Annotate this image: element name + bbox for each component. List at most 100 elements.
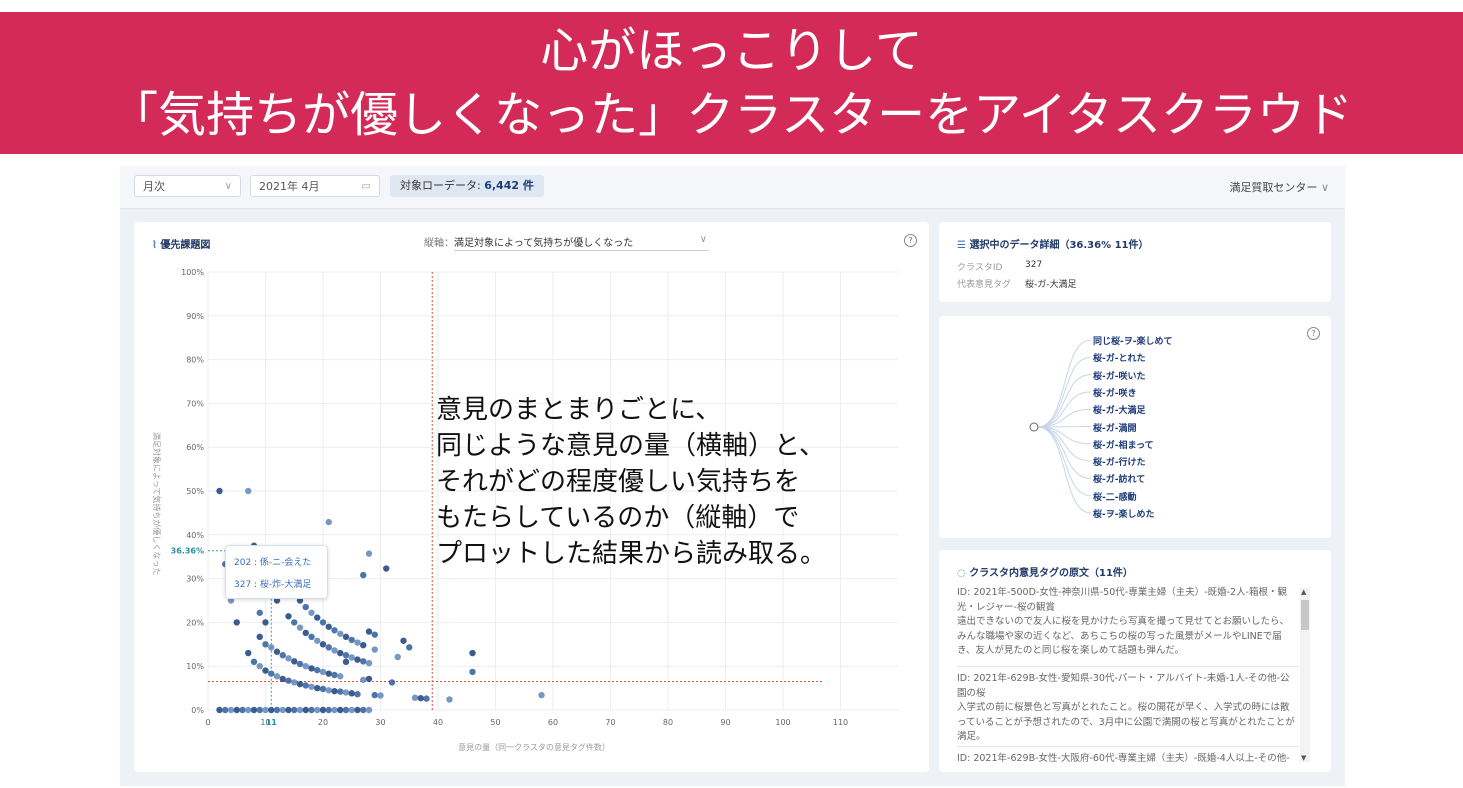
period-select[interactable]: 月次 ∨ [134, 175, 241, 197]
tooltip-line-2: 327 : 桜-炸-大満足 [234, 580, 312, 590]
data-point [411, 694, 419, 701]
data-point [354, 691, 361, 698]
scrollbar[interactable]: ▲ ▼ [1300, 588, 1310, 762]
x-tick-label: 60 [548, 718, 558, 727]
data-point [354, 639, 361, 646]
tree-item[interactable]: 桜-ガ-咲き [1093, 386, 1136, 399]
scrollbar-thumb[interactable] [1301, 600, 1309, 630]
data-point [365, 659, 373, 667]
x-tick-label: 70 [605, 718, 615, 727]
entry-body: 遠出できないので友人に桜を見かけたら写真を撮って見せてとお願いしたら、みんな職場… [957, 616, 1290, 656]
data-point [319, 685, 327, 693]
data-point [360, 706, 367, 714]
tree-item[interactable]: 桜-ヲ-楽しめた [1093, 507, 1154, 520]
tree-item[interactable]: 同じ桜-ヲ-楽しめて [1093, 334, 1172, 347]
entry-id: ID: 2021年-629B-女性-愛知県-30代-パート・アルバイト-未婚-1… [957, 673, 1290, 699]
tree-link [1037, 339, 1092, 428]
data-point [302, 682, 309, 689]
entry-id: ID: 2021年-500D-女性-神奈川県-50代-専業主婦（主夫）-既婚-2… [957, 587, 1288, 613]
center-dropdown[interactable]: 満足質取センター ∨ [1229, 179, 1329, 195]
data-point [325, 687, 332, 694]
data-point [279, 652, 286, 659]
data-point [446, 696, 453, 703]
y-tick-label: 70% [186, 399, 204, 408]
data-point [296, 660, 304, 668]
data-point [360, 641, 367, 649]
tree-link [1037, 426, 1092, 514]
tree-item[interactable]: 桜-ガ-相まって [1093, 438, 1154, 451]
data-point [365, 550, 373, 557]
y-tick-labels: 0% 10% 20% 30% 40% 50% 60% 70% 80% 90% 100% [181, 268, 204, 715]
data-point [273, 706, 281, 714]
data-point [216, 487, 223, 495]
x-tick-label: 80 [663, 718, 673, 727]
banner-title-line2: 「気持ちが優しくなった」クラスターをアイタスクラウド [110, 87, 1353, 143]
data-point [383, 565, 390, 572]
data-point [285, 677, 292, 684]
data-point [331, 647, 338, 654]
date-picker[interactable]: 2021年 4月 ▭ [250, 175, 380, 197]
data-point [319, 619, 327, 626]
data-point [308, 706, 315, 714]
data-point [239, 706, 246, 714]
y-tick-label: 40% [186, 531, 204, 540]
tree-item[interactable]: 桜-ガ-満開 [1093, 421, 1136, 434]
tree-item[interactable]: 桜-ガ-行けた [1093, 455, 1145, 468]
data-point [308, 633, 315, 641]
data-point [233, 706, 240, 714]
data-point [360, 676, 367, 683]
data-point [314, 637, 321, 644]
data-point [388, 679, 396, 686]
data-point [348, 706, 355, 714]
tooltip-line-1: 202 : 係-ニ-会えた [234, 558, 312, 568]
data-point [319, 641, 327, 648]
annotation-text: 意見のまとまりごとに、 同じような意見の量（横軸）と、 それがどの程度優しい気持… [436, 392, 826, 572]
original-texts-list[interactable]: ID: 2021年-500D-女性-神奈川県-50代-専業主婦（主夫）-既婚-2… [939, 586, 1311, 766]
data-point [285, 655, 292, 662]
data-point [360, 571, 367, 579]
data-point [279, 706, 286, 714]
entry-body: 入学式の前に桜景色と写真がとれたこと。桜の開花が早く、入学式の時には散っているこ… [957, 702, 1295, 742]
data-point [423, 695, 430, 702]
date-picker-value: 2021年 4月 [259, 180, 320, 193]
data-point [314, 614, 321, 621]
data-point [285, 613, 292, 620]
data-point [342, 658, 350, 666]
list-item: ID: 2021年-629B-女性-愛知県-30代-パート・アルバイト-未婚-1… [957, 672, 1297, 745]
y-tick-label: 90% [186, 312, 204, 321]
tree-item[interactable]: 桜-ガ-咲いた [1093, 369, 1145, 382]
tree-item[interactable]: 桜-ガ-とれた [1093, 351, 1145, 364]
data-point [285, 706, 292, 714]
divider [957, 666, 1299, 667]
period-select-value: 月次 [143, 180, 165, 193]
x-tick-label: 110 [833, 718, 848, 727]
scroll-down-icon[interactable]: ▼ [1301, 754, 1306, 762]
data-point [325, 518, 332, 526]
tree-item[interactable]: 桜-ガ-大満足 [1093, 403, 1145, 416]
title-banner: 心がほっこりして 「気持ちが優しくなった」クラスターをアイタスクラウド [0, 12, 1463, 154]
data-point [331, 627, 338, 634]
tree-item[interactable]: 桜-二-感動 [1093, 490, 1136, 503]
x-tick-label: 50 [490, 718, 500, 727]
rep-tag-label: 代表意見タグ [957, 280, 1012, 290]
scroll-up-icon[interactable]: ▲ [1301, 588, 1306, 596]
data-point [342, 689, 350, 696]
data-point [314, 684, 321, 692]
center-dropdown-label: 満足質取センター [1229, 181, 1318, 194]
data-point [302, 706, 309, 714]
data-point [296, 706, 304, 714]
data-point [325, 706, 332, 714]
tree-root-node [1029, 422, 1039, 432]
data-point [302, 663, 309, 670]
x-axis-label: 意見の量（同一クラスタの意見タグ件数） [458, 742, 610, 752]
data-point [222, 706, 229, 714]
x-tick-label: 40 [433, 718, 443, 727]
annotation-line: それがどの程度優しい気持ちを [436, 467, 801, 497]
chevron-down-icon: ∨ [1320, 181, 1329, 194]
tree-item[interactable]: 桜-ガ-訪れて [1093, 472, 1145, 485]
data-point [256, 706, 263, 714]
data-point [302, 603, 309, 611]
data-point [262, 706, 269, 714]
data-point [291, 706, 298, 714]
chat-icon: ◌ [957, 568, 966, 579]
